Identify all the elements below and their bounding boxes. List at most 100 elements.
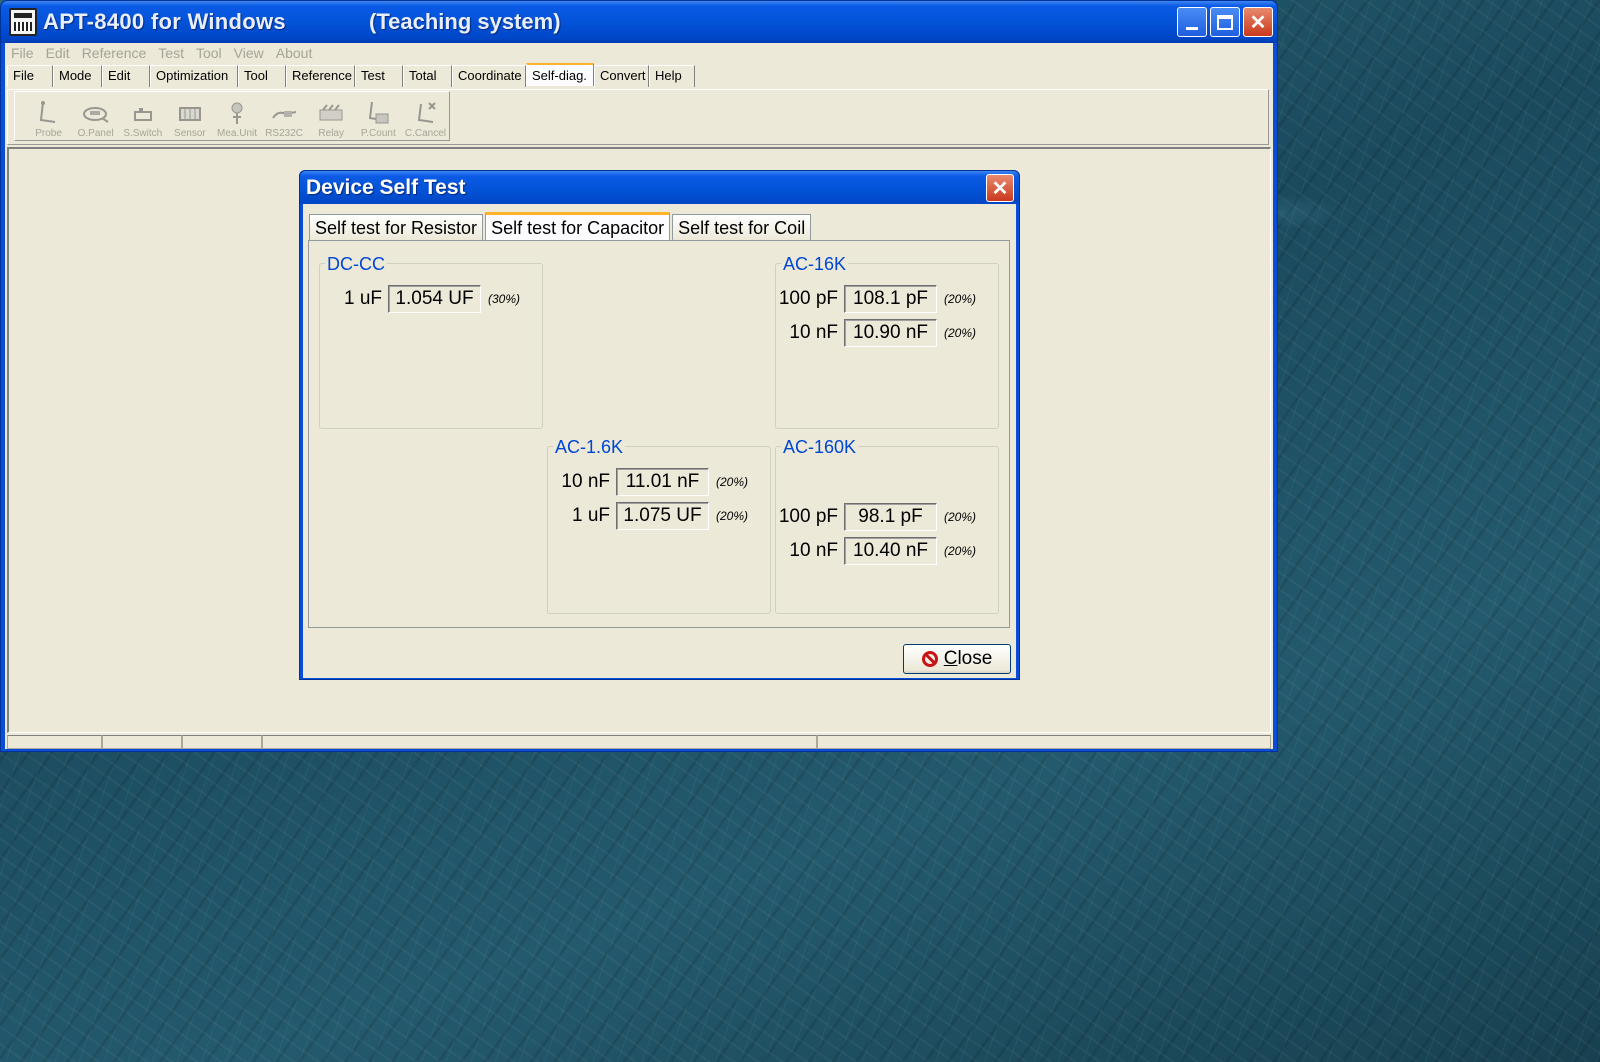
toolbar-opanel-button[interactable]: O.Panel xyxy=(72,92,119,140)
ac-16k-row-2: 10 nF 10.90 nF (20%) xyxy=(776,318,976,348)
group-dc-cc: DC-CC 1 uF 1.054 UF (30%) xyxy=(319,255,543,429)
row-label: 100 pF xyxy=(778,288,838,309)
count-cancel-icon xyxy=(418,102,437,123)
tab-optimization[interactable]: Optimization xyxy=(150,65,238,87)
tab-self-test-resistor[interactable]: Self test for Resistor xyxy=(309,214,484,240)
measured-value-field: 1.054 UF xyxy=(388,285,481,313)
tab-self-test-coil[interactable]: Self test for Coil xyxy=(672,214,812,240)
close-icon: ✕ xyxy=(1249,11,1267,34)
toolbar-pcount-label: P.Count xyxy=(360,128,396,139)
measurement-unit-icon xyxy=(231,102,243,124)
dc-cc-row-1: 1 uF 1.054 UF (30%) xyxy=(320,284,520,314)
row-label: 100 pF xyxy=(778,506,838,527)
toolbar-probe-label: Probe xyxy=(35,128,62,139)
relay-icon xyxy=(319,104,343,121)
tab-self-diag[interactable]: Self-diag. xyxy=(526,63,594,86)
tolerance-label: (30%) xyxy=(488,292,521,306)
ac-160k-row-1: 100 pF 98.1 pF (20%) xyxy=(776,502,976,532)
minimize-icon xyxy=(1186,26,1198,30)
toolbar-ccancel-button[interactable]: C.Cancel xyxy=(402,92,449,140)
dialog-title: Device Self Test xyxy=(306,176,466,199)
window-close-button[interactable]: ✕ xyxy=(1243,7,1273,37)
ac-160k-row-2: 10 nF 10.40 nF (20%) xyxy=(776,536,976,566)
maximize-icon xyxy=(1217,14,1233,30)
measured-value-field: 98.1 pF xyxy=(844,503,937,531)
status-panel-4 xyxy=(262,735,817,749)
measured-value-field: 10.90 nF xyxy=(844,319,937,347)
row-label: 10 nF xyxy=(789,322,838,343)
tab-reference[interactable]: Reference xyxy=(286,65,355,87)
menu-about[interactable]: About xyxy=(270,43,319,63)
toolbar-probe-button[interactable]: Probe xyxy=(25,92,72,140)
status-panel-1 xyxy=(7,735,102,749)
tab-convert[interactable]: Convert xyxy=(594,65,649,87)
close-icon: ✕ xyxy=(991,177,1009,200)
toolbar-sensor-button[interactable]: Sensor xyxy=(166,92,213,140)
row-label: 10 nF xyxy=(561,471,610,492)
menu-file[interactable]: File xyxy=(5,43,40,63)
sensor-icon xyxy=(178,107,201,121)
toolbar-meaunit-button[interactable]: Mea.Unit xyxy=(213,92,260,140)
app-icon xyxy=(9,8,37,36)
row-label: 1 uF xyxy=(343,288,382,309)
tab-total[interactable]: Total xyxy=(403,65,452,87)
measured-value-field: 108.1 pF xyxy=(844,285,937,313)
toolbar-area: Probe O.Panel S.Switch Sensor Mea.Unit R… xyxy=(7,89,1269,145)
toolbar-sswitch-label: S.Switch xyxy=(123,128,163,139)
tab-edit[interactable]: Edit xyxy=(102,65,150,87)
maximize-button[interactable] xyxy=(1210,7,1240,37)
probe-icon xyxy=(39,101,55,123)
tab-self-test-capacitor[interactable]: Self test for Capacitor xyxy=(485,212,671,241)
menu-tool[interactable]: Tool xyxy=(190,43,228,63)
tab-test[interactable]: Test xyxy=(355,65,403,87)
toolbar-opanel-label: O.Panel xyxy=(77,128,114,139)
tab-mode[interactable]: Mode xyxy=(53,65,102,87)
menu-edit[interactable]: Edit xyxy=(40,43,76,63)
menu-view[interactable]: View xyxy=(228,43,270,63)
ac-16k-row-1: 100 pF 108.1 pF (20%) xyxy=(776,284,976,314)
toolbar-sensor-label: Sensor xyxy=(174,128,206,139)
tolerance-label: (20%) xyxy=(944,292,977,306)
switch-icon xyxy=(133,108,152,121)
dialog-title-bar[interactable]: Device Self Test ✕ xyxy=(300,171,1019,204)
group-ac-1-6k: AC-1.6K 10 nF 11.01 nF (20%) 1 uF 1.075 … xyxy=(547,438,771,614)
function-tab-bar: File Mode Edit Optimization Tool Referen… xyxy=(7,63,695,87)
measured-value-field: 11.01 nF xyxy=(616,468,709,496)
self-test-tabs: Self test for Resistor Self test for Cap… xyxy=(309,212,813,241)
toolbar-relay-button[interactable]: Relay xyxy=(308,92,355,140)
minimize-button[interactable] xyxy=(1177,7,1207,37)
menu-bar: File Edit Reference Test Tool View About xyxy=(5,43,1273,63)
tab-coordinate[interactable]: Coordinate xyxy=(452,65,526,87)
dialog-close-button[interactable]: ✕ xyxy=(986,174,1014,202)
tab-help[interactable]: Help xyxy=(649,65,695,87)
toolbar-relay-label: Relay xyxy=(318,128,344,139)
tolerance-label: (20%) xyxy=(716,509,749,523)
ac-1-6k-row-2: 1 uF 1.075 UF (20%) xyxy=(548,501,748,531)
tolerance-label: (20%) xyxy=(944,510,977,524)
tab-tool[interactable]: Tool xyxy=(238,65,286,87)
serial-port-icon xyxy=(272,111,297,119)
menu-reference[interactable]: Reference xyxy=(76,43,153,63)
group-ac-16k-title: AC-16K xyxy=(781,254,849,274)
status-panel-3 xyxy=(182,735,262,749)
toolbar-pcount-button[interactable]: P.Count xyxy=(355,92,402,140)
self-diag-toolbar: Probe O.Panel S.Switch Sensor Mea.Unit R… xyxy=(14,91,450,141)
close-button[interactable]: Close xyxy=(903,644,1011,674)
operation-panel-icon xyxy=(82,107,109,123)
tab-file[interactable]: File xyxy=(7,65,53,87)
toolbar-sswitch-button[interactable]: S.Switch xyxy=(119,92,166,140)
title-bar[interactable]: APT-8400 for Windows (Teaching system) ✕ xyxy=(1,1,1277,43)
group-dc-cc-title: DC-CC xyxy=(325,254,387,274)
group-ac-160k: AC-160K 100 pF 98.1 pF (20%) 10 nF 10.40… xyxy=(775,438,999,614)
menu-test[interactable]: Test xyxy=(152,43,190,63)
window-title: APT-8400 for Windows xyxy=(43,9,286,34)
tolerance-label: (20%) xyxy=(944,544,977,558)
row-label: 1 uF xyxy=(571,505,610,526)
tolerance-label: (20%) xyxy=(944,326,977,340)
device-self-test-dialog: Device Self Test ✕ Self test for Resisto… xyxy=(299,170,1020,680)
toolbar-rs232c-button[interactable]: RS232C xyxy=(261,92,308,140)
window-subtitle: (Teaching system) xyxy=(369,9,561,34)
status-bar xyxy=(7,735,1271,749)
ac-1-6k-row-1: 10 nF 11.01 nF (20%) xyxy=(548,467,748,497)
toolbar-meaunit-label: Mea.Unit xyxy=(216,128,257,139)
